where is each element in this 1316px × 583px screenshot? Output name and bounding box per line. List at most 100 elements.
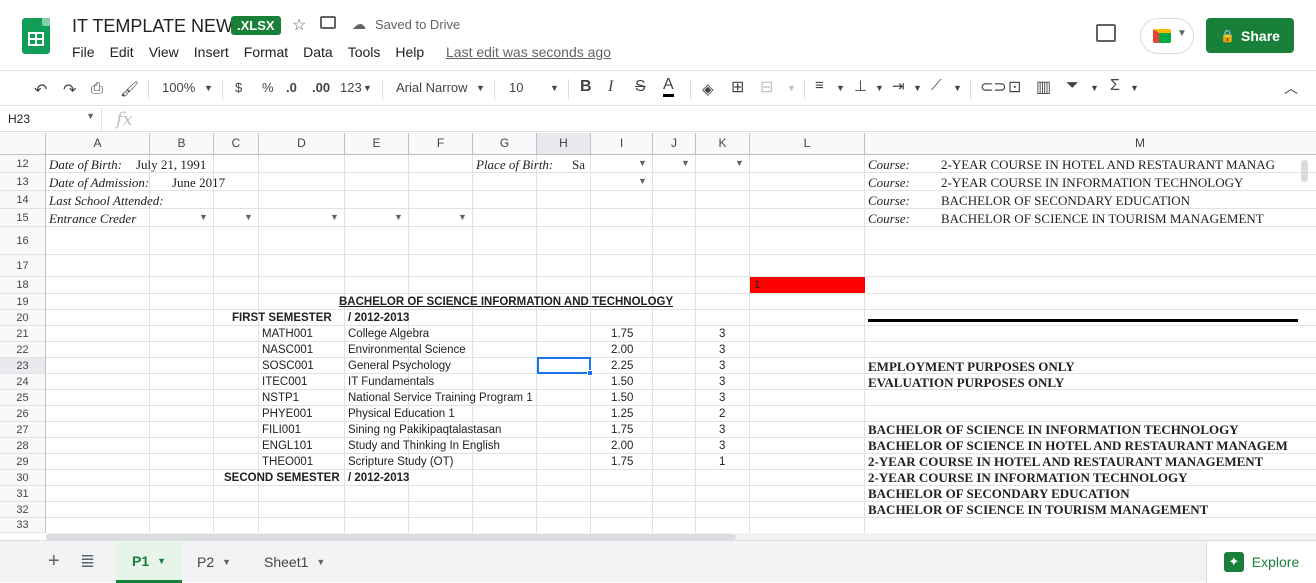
course-units[interactable]: 3 bbox=[719, 375, 725, 390]
course-code[interactable]: SOSC001 bbox=[262, 359, 314, 374]
select-all-corner[interactable] bbox=[0, 133, 46, 155]
document-title[interactable]: IT TEMPLATE NEW bbox=[72, 16, 233, 37]
sheets-logo-icon[interactable] bbox=[22, 18, 50, 54]
course-label[interactable]: Course: bbox=[868, 211, 910, 226]
all-sheets-icon[interactable]: ≣ bbox=[80, 551, 95, 572]
comments-icon[interactable] bbox=[1096, 24, 1116, 42]
print-icon[interactable]: ⎙ bbox=[91, 80, 103, 97]
course-title[interactable]: IT Fundamentals bbox=[348, 375, 434, 390]
course-title[interactable]: Physical Education 1 bbox=[348, 407, 455, 422]
col-header-i[interactable]: I bbox=[591, 133, 653, 155]
course-option[interactable]: BACHELOR OF SCIENCE IN TOURISM MANAGEMEN… bbox=[941, 211, 1264, 226]
text-color-button[interactable]: A bbox=[663, 76, 674, 97]
font-size-select[interactable]: 10 bbox=[509, 80, 523, 95]
course-units[interactable]: 2 bbox=[719, 407, 725, 422]
course-title[interactable]: Environmental Science bbox=[348, 343, 466, 358]
course-code[interactable]: THEO001 bbox=[262, 455, 313, 470]
course-units[interactable]: 3 bbox=[719, 391, 725, 406]
percent-format-button[interactable]: % bbox=[262, 80, 274, 95]
vertical-scrollbar[interactable] bbox=[1300, 155, 1310, 528]
last-edit-link[interactable]: Last edit was seconds ago bbox=[446, 44, 611, 60]
course-title[interactable]: Study and Thinking In English bbox=[348, 439, 500, 454]
currency-format-button[interactable]: $ bbox=[235, 80, 242, 95]
sheet-tab-p2[interactable]: P2 ▼ bbox=[181, 541, 247, 583]
meet-button[interactable]: ▼ bbox=[1140, 18, 1194, 54]
course-code[interactable]: FILI001 bbox=[262, 423, 301, 438]
program-option[interactable]: BACHELOR OF SCIENCE IN TOURISM MANAGEMEN… bbox=[868, 502, 1208, 517]
chevron-down-icon[interactable]: ▼ bbox=[204, 83, 213, 93]
dropdown-chevron-icon[interactable]: ▼ bbox=[638, 158, 647, 168]
purpose-option[interactable]: EMPLOYMENT PURPOSES ONLY bbox=[868, 359, 1075, 374]
sheet-tab-p1[interactable]: P1 ▼ bbox=[116, 541, 183, 583]
purpose-option[interactable]: EVALUATION PURPOSES ONLY bbox=[868, 375, 1064, 390]
dropdown-chevron-icon[interactable]: ▼ bbox=[330, 212, 339, 222]
row-header[interactable]: 12 bbox=[0, 155, 46, 173]
course-units[interactable]: 3 bbox=[719, 343, 725, 358]
row-header[interactable]: 18 bbox=[0, 277, 46, 294]
row-header[interactable]: 19 bbox=[0, 294, 46, 310]
formula-input[interactable] bbox=[146, 108, 1316, 131]
course-grade[interactable]: 1.50 bbox=[611, 391, 633, 406]
course-code[interactable]: ENGL101 bbox=[262, 439, 313, 454]
dropdown-chevron-icon[interactable]: ▼ bbox=[244, 212, 253, 222]
course-title[interactable]: College Algebra bbox=[348, 327, 429, 342]
menu-view[interactable]: View bbox=[149, 44, 179, 60]
horizontal-align-icon[interactable]: ≡ bbox=[815, 77, 824, 94]
course-units[interactable]: 3 bbox=[719, 327, 725, 342]
insert-link-icon[interactable]: ⊂⊃ bbox=[980, 77, 1007, 97]
course-option[interactable]: BACHELOR OF SECONDARY EDUCATION bbox=[941, 193, 1190, 208]
redo-icon[interactable]: ↷ bbox=[63, 80, 76, 100]
merge-cells-icon[interactable]: ⊟ bbox=[760, 77, 773, 97]
move-folder-icon[interactable] bbox=[320, 16, 336, 29]
course-label[interactable]: Course: bbox=[868, 175, 910, 190]
increase-decimal-button[interactable]: .00 bbox=[312, 80, 330, 95]
program-option[interactable]: 2-YEAR COURSE IN HOTEL AND RESTAURANT MA… bbox=[868, 454, 1263, 469]
date-of-admission-value[interactable]: June 2017 bbox=[172, 175, 225, 190]
row-header[interactable]: 23 bbox=[0, 358, 46, 374]
col-header-k[interactable]: K bbox=[696, 133, 750, 155]
spreadsheet-grid[interactable]: A B C D E F G H I J K L M 12 13 14 15 16… bbox=[0, 133, 1316, 533]
font-select[interactable]: Arial Narrow bbox=[396, 80, 468, 95]
filter-icon[interactable]: ⏷ bbox=[1066, 77, 1079, 95]
row-header[interactable]: 25 bbox=[0, 390, 46, 406]
col-header-a[interactable]: A bbox=[46, 133, 150, 155]
explore-button[interactable]: ✦ Explore bbox=[1206, 541, 1316, 583]
borders-icon[interactable]: ⊞ bbox=[731, 77, 744, 97]
course-grade[interactable]: 1.25 bbox=[611, 407, 633, 422]
row-header[interactable]: 17 bbox=[0, 255, 46, 277]
course-units[interactable]: 3 bbox=[719, 423, 725, 438]
course-label[interactable]: Course: bbox=[868, 157, 910, 172]
italic-button[interactable]: I bbox=[608, 78, 613, 96]
col-header-c[interactable]: C bbox=[214, 133, 259, 155]
undo-icon[interactable]: ↶ bbox=[34, 80, 47, 100]
insert-comment-icon[interactable]: ⊡ bbox=[1008, 77, 1021, 97]
vertical-align-icon[interactable]: ⊥ bbox=[854, 77, 867, 95]
course-code[interactable]: NASC001 bbox=[262, 343, 313, 358]
program-option[interactable]: BACHELOR OF SECONDARY EDUCATION bbox=[868, 486, 1130, 501]
row-header[interactable]: 15 bbox=[0, 209, 46, 227]
row-header[interactable]: 30 bbox=[0, 470, 46, 486]
date-of-birth-label[interactable]: Date of Birth: bbox=[49, 157, 122, 172]
row-header[interactable]: 13 bbox=[0, 173, 46, 191]
program-title[interactable]: BACHELOR OF SCIENCE INFORMATION AND TECH… bbox=[339, 295, 673, 310]
menu-tools[interactable]: Tools bbox=[348, 44, 381, 60]
fill-handle[interactable] bbox=[587, 370, 593, 376]
bold-button[interactable]: B bbox=[580, 78, 592, 96]
row-header[interactable]: 33 bbox=[0, 518, 46, 533]
dropdown-chevron-icon[interactable]: ▼ bbox=[394, 212, 403, 222]
course-grade[interactable]: 2.25 bbox=[611, 359, 633, 374]
highlighted-cell-l18[interactable]: 1 bbox=[750, 277, 865, 293]
functions-icon[interactable]: Σ bbox=[1110, 77, 1120, 95]
course-title[interactable]: General Psychology bbox=[348, 359, 451, 374]
horizontal-scrollbar[interactable] bbox=[46, 533, 1316, 540]
row-header[interactable]: 29 bbox=[0, 454, 46, 470]
date-of-admission-label[interactable]: Date of Admission: bbox=[49, 175, 149, 190]
col-header-l[interactable]: L bbox=[750, 133, 865, 155]
dropdown-chevron-icon[interactable]: ▼ bbox=[638, 176, 647, 186]
fill-color-icon[interactable]: ◈ bbox=[702, 80, 714, 98]
row-header[interactable]: 26 bbox=[0, 406, 46, 422]
course-title[interactable]: National Service Training Program 1 bbox=[348, 391, 533, 406]
row-header[interactable]: 24 bbox=[0, 374, 46, 390]
first-semester-label[interactable]: FIRST SEMESTER bbox=[232, 311, 332, 326]
dropdown-chevron-icon[interactable]: ▼ bbox=[199, 212, 208, 222]
